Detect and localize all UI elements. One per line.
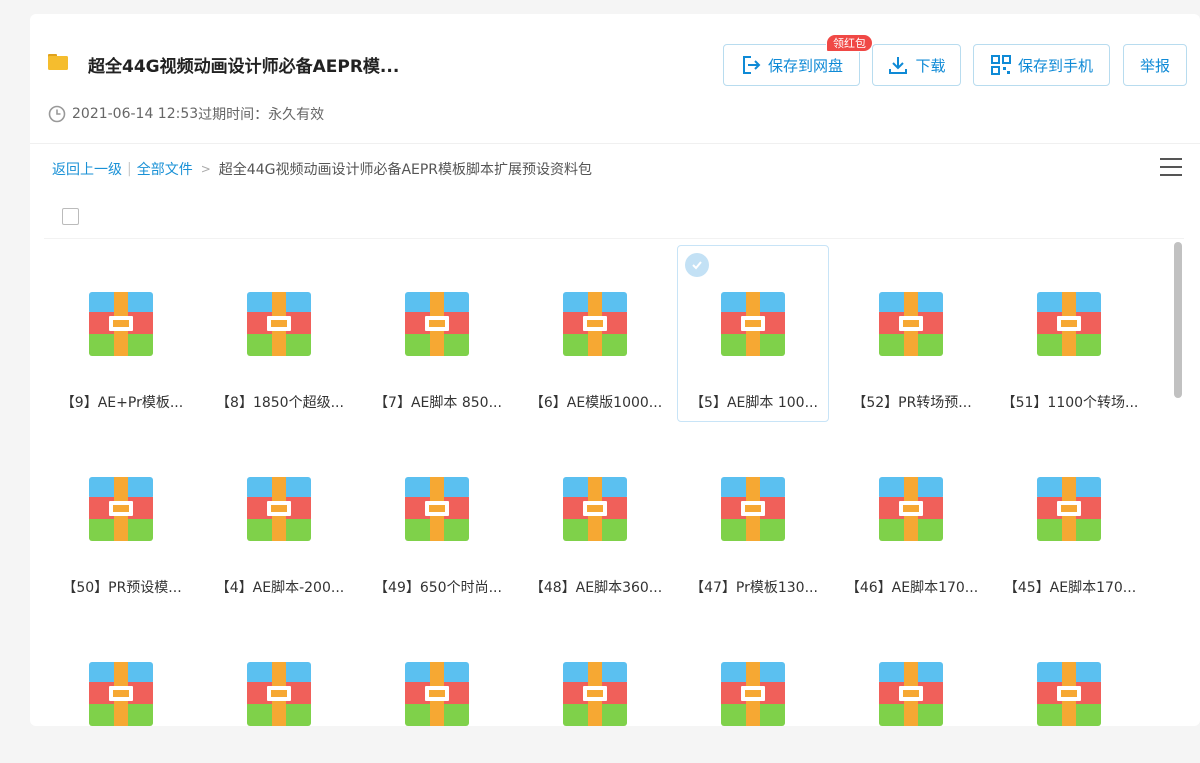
file-item[interactable]: 【47】Pr模板130... — [677, 430, 829, 607]
file-item[interactable]: 【7】AE脚本 850... — [361, 245, 513, 422]
selected-check-icon[interactable] — [685, 253, 709, 277]
file-item[interactable]: 【8】1850个超级... — [203, 245, 355, 422]
file-name: 【4】AE脚本-200... — [215, 580, 345, 596]
file-item[interactable] — [519, 615, 671, 726]
file-item[interactable]: 【5】AE脚本 100... — [677, 245, 829, 422]
save-icon — [742, 56, 761, 74]
file-item[interactable]: 【4】AE脚本-200... — [203, 430, 355, 607]
file-item[interactable] — [361, 615, 513, 726]
file-item[interactable]: 【50】PR预设模... — [45, 430, 197, 607]
zip-file-icon — [563, 292, 627, 356]
file-item[interactable] — [677, 615, 829, 726]
report-label: 举报 — [1139, 56, 1170, 75]
share-header: 超全44G视频动画设计师必备AEPR模... 2021-06-14 12:53 … — [30, 14, 1200, 144]
red-packet-badge[interactable]: 领红包 — [826, 34, 873, 52]
scrollbar[interactable] — [1173, 242, 1183, 726]
file-name: 【45】AE脚本170... — [1003, 580, 1137, 596]
file-name: 【47】Pr模板130... — [690, 580, 818, 596]
share-date: 2021-06-14 12:53 — [72, 106, 199, 122]
breadcrumb-current: 超全44G视频动画设计师必备AEPR模板脚本扩展预设资料包 — [218, 162, 593, 178]
expire-value: 永久有效 — [268, 107, 325, 123]
file-name: 【46】AE脚本170... — [845, 580, 979, 596]
file-name: 【52】PR转场预... — [852, 395, 972, 411]
zip-file-icon — [247, 662, 311, 726]
zip-file-icon — [89, 292, 153, 356]
zip-file-icon — [879, 292, 943, 356]
zip-file-icon — [879, 662, 943, 726]
file-name: 【7】AE脚本 850... — [374, 395, 502, 411]
file-item[interactable] — [203, 615, 355, 726]
file-name: 【5】AE脚本 100... — [690, 395, 818, 411]
file-item[interactable]: 【46】AE脚本170... — [835, 430, 987, 607]
zip-file-icon — [1037, 292, 1101, 356]
file-item[interactable] — [993, 615, 1145, 726]
file-item[interactable] — [835, 615, 987, 726]
select-all-checkbox[interactable] — [62, 208, 79, 225]
save-to-phone-button[interactable]: 保存到手机 — [973, 44, 1110, 86]
breadcrumb-all-files[interactable]: 全部文件 — [137, 159, 193, 179]
save-to-phone-label: 保存到手机 — [1017, 56, 1093, 75]
breadcrumb-separator: | — [127, 161, 132, 177]
zip-file-icon — [247, 477, 311, 541]
breadcrumb: 返回上一级 | 全部文件 > 超全44G视频动画设计师必备AEPR模板脚本扩展预… — [52, 159, 592, 179]
share-panel: 超全44G视频动画设计师必备AEPR模... 2021-06-14 12:53 … — [30, 14, 1200, 726]
report-button[interactable]: 举报 — [1123, 44, 1187, 86]
folder-icon — [48, 54, 68, 70]
file-grid: 【9】AE+Pr模板... 【8】1850个超级... 【7】AE脚本 850...… — [44, 242, 1170, 726]
save-to-cloud-label: 保存到网盘 — [767, 56, 843, 75]
zip-file-icon — [89, 477, 153, 541]
file-name: 【9】AE+Pr模板... — [60, 395, 184, 411]
zip-file-icon — [405, 662, 469, 726]
file-name: 【51】1100个转场... — [1001, 395, 1139, 411]
file-name: 【49】650个时尚... — [374, 580, 502, 596]
zip-file-icon — [1037, 662, 1101, 726]
share-meta: 2021-06-14 12:53 过期时间： 永久有效 — [48, 104, 324, 124]
file-name: 【50】PR预设模... — [62, 580, 182, 596]
download-icon — [889, 57, 908, 74]
list-view-icon[interactable] — [1160, 158, 1182, 178]
divider — [44, 238, 1184, 239]
breadcrumb-arrow: > — [200, 162, 211, 176]
breadcrumb-back[interactable]: 返回上一级 — [52, 159, 122, 179]
file-item[interactable]: 【51】1100个转场... — [993, 245, 1145, 422]
file-item[interactable]: 【52】PR转场预... — [835, 245, 987, 422]
file-item[interactable]: 【6】AE模版1000... — [519, 245, 671, 422]
qrcode-icon — [990, 55, 1011, 75]
zip-file-icon — [247, 292, 311, 356]
file-name: 【6】AE模版1000... — [529, 395, 663, 411]
zip-file-icon — [721, 662, 785, 726]
file-item[interactable]: 【9】AE+Pr模板... — [45, 245, 197, 422]
zip-file-icon — [721, 477, 785, 541]
download-button[interactable]: 下载 — [872, 44, 961, 86]
expire-label: 过期时间： — [198, 107, 269, 123]
zip-file-icon — [89, 662, 153, 726]
file-name: 【8】1850个超级... — [216, 395, 344, 411]
file-name: 【48】AE脚本360... — [529, 580, 663, 596]
zip-file-icon — [405, 477, 469, 541]
zip-file-icon — [721, 292, 785, 356]
zip-file-icon — [563, 662, 627, 726]
file-item[interactable] — [45, 615, 197, 726]
file-item[interactable]: 【49】650个时尚... — [361, 430, 513, 607]
file-item[interactable]: 【45】AE脚本170... — [993, 430, 1145, 607]
file-item[interactable]: 【48】AE脚本360... — [519, 430, 671, 607]
share-title: 超全44G视频动画设计师必备AEPR模... — [88, 57, 400, 77]
zip-file-icon — [563, 477, 627, 541]
scrollbar-thumb[interactable] — [1174, 242, 1182, 398]
zip-file-icon — [405, 292, 469, 356]
zip-file-icon — [1037, 477, 1101, 541]
clock-icon — [48, 105, 66, 123]
download-label: 下载 — [915, 56, 946, 75]
zip-file-icon — [879, 477, 943, 541]
